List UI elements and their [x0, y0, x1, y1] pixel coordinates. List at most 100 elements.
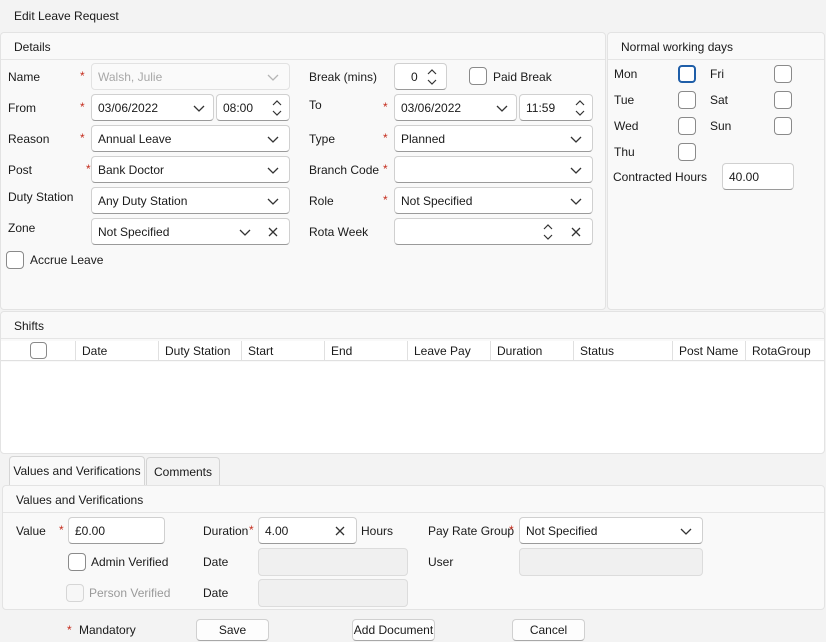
chevron-down-icon — [267, 198, 279, 205]
add-document-button[interactable]: Add Document — [352, 619, 435, 641]
to-label: To — [309, 98, 322, 112]
thu-label: Thu — [614, 145, 635, 159]
accrue-leave-checkbox[interactable] — [6, 251, 24, 269]
admin-verified-label: Admin Verified — [91, 555, 169, 569]
rota-week-label: Rota Week — [309, 225, 369, 239]
reason-label: Reason — [8, 132, 50, 146]
person-verified-date-field — [258, 579, 408, 607]
duration-unit: Hours — [361, 524, 394, 538]
fri-checkbox[interactable] — [774, 65, 792, 83]
post-label: Post — [8, 163, 33, 177]
role-label: Role — [309, 194, 334, 208]
role-dropdown[interactable]: Not Specified — [394, 187, 593, 214]
tab-comments[interactable]: Comments — [146, 457, 220, 487]
wed-label: Wed — [614, 119, 639, 133]
break-stepper[interactable]: 0 — [394, 63, 447, 90]
wed-checkbox[interactable] — [678, 117, 696, 135]
window-title: Edit Leave Request — [14, 9, 119, 23]
tue-label: Tue — [614, 93, 635, 107]
fri-label: Fri — [710, 67, 724, 81]
person-verified-checkbox — [66, 584, 84, 602]
required-marker: * — [80, 69, 85, 83]
spinner-icon[interactable] — [426, 66, 438, 88]
to-time-stepper[interactable]: 11:59 — [519, 94, 593, 121]
column-header-leave-pay[interactable]: Leave Pay — [408, 341, 491, 361]
spinner-icon[interactable] — [574, 97, 586, 119]
from-time-stepper[interactable]: 08:00 — [216, 94, 290, 121]
close-icon[interactable] — [570, 226, 582, 238]
reason-dropdown[interactable]: Annual Leave — [91, 125, 290, 152]
type-label: Type — [309, 132, 336, 146]
tab-values-and-verifications[interactable]: Values and Verifications — [9, 456, 145, 486]
paid-break-label: Paid Break — [493, 70, 552, 84]
duty-station-label: Duty Station — [8, 190, 74, 204]
mon-label: Mon — [614, 67, 638, 81]
value-field[interactable]: £0.00 — [68, 517, 165, 544]
chevron-down-icon[interactable] — [496, 103, 508, 113]
chevron-down-icon — [267, 136, 279, 143]
required-marker: * — [383, 193, 388, 207]
accrue-leave-label: Accrue Leave — [30, 253, 104, 267]
column-header-post-name[interactable]: Post Name — [673, 341, 746, 361]
chevron-down-icon[interactable] — [239, 227, 251, 237]
name-combobox[interactable]: Walsh, Julie — [91, 63, 290, 90]
required-marker: * — [249, 523, 254, 537]
user-field — [519, 548, 703, 576]
thu-checkbox[interactable] — [678, 143, 696, 161]
branch-code-label: Branch Code — [309, 163, 380, 177]
column-header-duration[interactable]: Duration — [491, 341, 574, 361]
required-marker: * — [59, 523, 64, 537]
branch-code-dropdown[interactable] — [394, 156, 593, 183]
to-date-picker[interactable]: 03/06/2022 — [394, 94, 517, 121]
name-label: Name — [8, 70, 41, 84]
shifts-grid-header: Date Duty Station Start End Leave Pay Du… — [1, 341, 824, 361]
close-icon[interactable] — [334, 525, 346, 537]
spinner-icon[interactable] — [542, 221, 554, 243]
column-header-duty-station[interactable]: Duty Station — [159, 341, 242, 361]
person-verified-label: Person Verified — [89, 586, 171, 600]
chevron-down-icon — [570, 167, 582, 174]
admin-date-label: Date — [203, 555, 229, 569]
duration-label: Duration — [203, 524, 249, 538]
sat-checkbox[interactable] — [774, 91, 792, 109]
value-label: Value — [16, 524, 46, 538]
close-icon[interactable] — [267, 226, 279, 238]
required-marker: * — [509, 523, 514, 537]
tue-checkbox[interactable] — [678, 91, 696, 109]
shifts-title: Shifts — [14, 319, 45, 333]
sun-checkbox[interactable] — [774, 117, 792, 135]
from-label: From — [8, 101, 36, 115]
save-button[interactable]: Save — [196, 619, 269, 641]
post-dropdown[interactable]: Bank Doctor — [91, 156, 290, 183]
pay-rate-group-dropdown[interactable]: Not Specified — [519, 517, 703, 544]
from-date-picker[interactable]: 03/06/2022 — [91, 94, 214, 121]
contracted-hours-field[interactable]: 40.00 — [722, 163, 794, 190]
mon-checkbox[interactable] — [678, 65, 696, 83]
chevron-down-icon[interactable] — [193, 103, 205, 113]
shifts-grid-body[interactable] — [1, 362, 824, 453]
shifts-panel: Shifts Date Duty Station Start End Leave… — [0, 311, 825, 454]
chevron-down-icon — [570, 136, 582, 143]
select-all-checkbox[interactable] — [30, 342, 47, 359]
mandatory-note: Mandatory — [79, 623, 136, 637]
values-title: Values and Verifications — [16, 493, 144, 507]
column-header-status[interactable]: Status — [574, 341, 673, 361]
required-marker: * — [80, 100, 85, 114]
rota-week-stepper[interactable] — [394, 218, 593, 245]
duty-station-dropdown[interactable]: Any Duty Station — [91, 187, 290, 214]
duration-field[interactable]: 4.00 — [258, 517, 357, 544]
column-header-rotagroup[interactable]: RotaGroup — [746, 341, 825, 361]
column-header-date[interactable]: Date — [76, 341, 159, 361]
pay-rate-group-label: Pay Rate Group — [428, 524, 515, 538]
paid-break-checkbox[interactable] — [469, 67, 487, 85]
admin-verified-checkbox[interactable] — [68, 553, 86, 571]
type-dropdown[interactable]: Planned — [394, 125, 593, 152]
spinner-icon[interactable] — [271, 97, 283, 119]
zone-dropdown[interactable]: Not Specified — [91, 218, 290, 245]
cancel-button[interactable]: Cancel — [512, 619, 585, 641]
column-header-end[interactable]: End — [325, 341, 408, 361]
chevron-down-icon — [680, 528, 692, 535]
required-marker: * — [86, 162, 91, 176]
column-header-start[interactable]: Start — [242, 341, 325, 361]
working-days-title: Normal working days — [621, 40, 734, 54]
